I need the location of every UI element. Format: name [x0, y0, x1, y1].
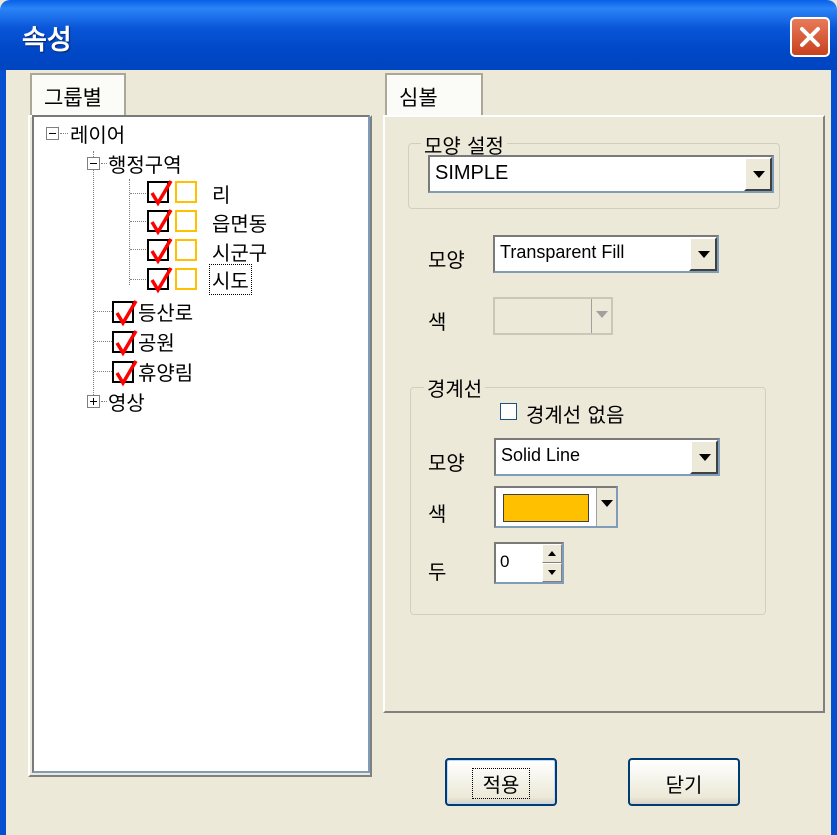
border-width-label: 두 — [428, 560, 447, 584]
tab-symbol[interactable]: 심볼 — [385, 73, 483, 117]
check-icon — [115, 300, 138, 327]
tree-node-hiking-trail[interactable]: 등산로 — [138, 297, 193, 326]
border-color-picker[interactable] — [494, 486, 618, 528]
no-border-label: 경계선 없음 — [526, 403, 625, 427]
check-icon — [150, 180, 173, 207]
tree-node-park[interactable]: 공원 — [138, 327, 175, 356]
border-legend: 경계선 — [424, 373, 486, 402]
tab-symbol-label: 심볼 — [399, 86, 438, 110]
apply-button-label: 적용 — [471, 768, 531, 799]
tree-line — [101, 163, 107, 164]
tree-node-sido[interactable]: 시도 — [209, 264, 252, 295]
check-icon — [150, 238, 173, 265]
border-width-stepper[interactable]: 0 — [494, 542, 564, 584]
collapse-icon[interactable] — [87, 157, 100, 170]
border-shape-label: 모양 — [428, 451, 465, 475]
tree-line — [94, 371, 112, 372]
tree-line — [94, 311, 112, 312]
layer-checkbox[interactable] — [112, 330, 138, 357]
layer-checkbox[interactable] — [147, 267, 173, 294]
tree-line — [94, 341, 112, 342]
tab-group-label: 그룹별 — [44, 86, 102, 110]
fill-shape-select[interactable]: Transparent Fill — [493, 235, 719, 273]
fill-color-swatch — [175, 210, 197, 232]
close-button-label: 닫기 — [665, 773, 703, 797]
tree-node-sigungu[interactable]: 시군구 — [212, 237, 267, 266]
close-button[interactable]: 닫기 — [628, 758, 740, 806]
chevron-down-icon[interactable] — [690, 440, 718, 474]
fill-color-swatch — [175, 181, 197, 203]
tree-node-eupmyeondong[interactable]: 읍면동 — [212, 208, 267, 237]
properties-dialog: 속성 그룹별 레이어 행정구역 리 읍면동 시군구 시도 등산로 공원 휴양림 … — [0, 0, 837, 835]
tree-line — [60, 133, 68, 134]
layer-tree[interactable]: 레이어 행정구역 리 읍면동 시군구 시도 등산로 공원 휴양림 영상 — [32, 115, 370, 773]
tree-node-layers[interactable]: 레이어 — [70, 119, 125, 148]
shape-setting-select[interactable]: SIMPLE — [428, 155, 774, 193]
tree-node-recreation-forest[interactable]: 휴양림 — [138, 357, 193, 386]
fill-color-swatch — [175, 268, 197, 290]
layer-checkbox[interactable] — [112, 360, 138, 387]
fill-shape-value: Transparent Fill — [500, 242, 625, 262]
fill-shape-label: 모양 — [428, 248, 465, 272]
check-icon — [150, 209, 173, 236]
check-icon — [150, 267, 173, 294]
spin-up-icon[interactable] — [542, 544, 562, 563]
layer-checkbox[interactable] — [147, 209, 173, 236]
tree-line — [101, 401, 107, 402]
shape-setting-value: SIMPLE — [435, 162, 509, 184]
tree-line — [130, 221, 146, 222]
border-color-swatch — [503, 494, 589, 522]
expand-icon[interactable] — [87, 395, 100, 408]
tree-node-ri[interactable]: 리 — [212, 179, 230, 208]
chevron-down-icon[interactable] — [689, 237, 717, 271]
fill-color-swatch — [175, 239, 197, 261]
border-color-label: 색 — [428, 502, 447, 526]
title-bar[interactable]: 속성 — [0, 0, 837, 70]
window-frame-right — [831, 70, 837, 835]
collapse-icon[interactable] — [46, 127, 59, 140]
window-frame-left — [0, 70, 6, 835]
layer-checkbox[interactable] — [147, 180, 173, 207]
apply-button[interactable]: 적용 — [445, 758, 557, 806]
tree-line — [129, 179, 130, 285]
border-width-value: 0 — [500, 552, 510, 571]
no-border-checkbox[interactable] — [500, 403, 517, 420]
window-title: 속성 — [22, 25, 72, 56]
tree-line — [130, 249, 146, 250]
tree-node-admin-area[interactable]: 행정구역 — [108, 149, 182, 178]
chevron-down-icon[interactable] — [744, 157, 772, 191]
tree-line — [130, 193, 146, 194]
border-shape-value: Solid Line — [501, 445, 581, 465]
spin-down-icon[interactable] — [542, 563, 562, 582]
check-icon — [115, 360, 138, 387]
fill-color-picker — [493, 297, 613, 335]
spin-buttons — [542, 544, 562, 582]
tree-line — [130, 279, 146, 280]
tree-node-image[interactable]: 영상 — [108, 387, 145, 416]
tab-group[interactable]: 그룹별 — [30, 73, 126, 117]
layer-checkbox[interactable] — [147, 238, 173, 265]
check-icon — [115, 330, 138, 357]
chevron-down-icon[interactable] — [596, 488, 616, 526]
fill-color-label: 색 — [428, 310, 447, 334]
tree-line — [93, 151, 94, 407]
close-window-button[interactable] — [790, 17, 830, 57]
border-shape-select[interactable]: Solid Line — [494, 438, 720, 476]
close-icon — [800, 27, 820, 47]
layer-checkbox[interactable] — [112, 300, 138, 327]
chevron-down-icon — [591, 299, 611, 333]
